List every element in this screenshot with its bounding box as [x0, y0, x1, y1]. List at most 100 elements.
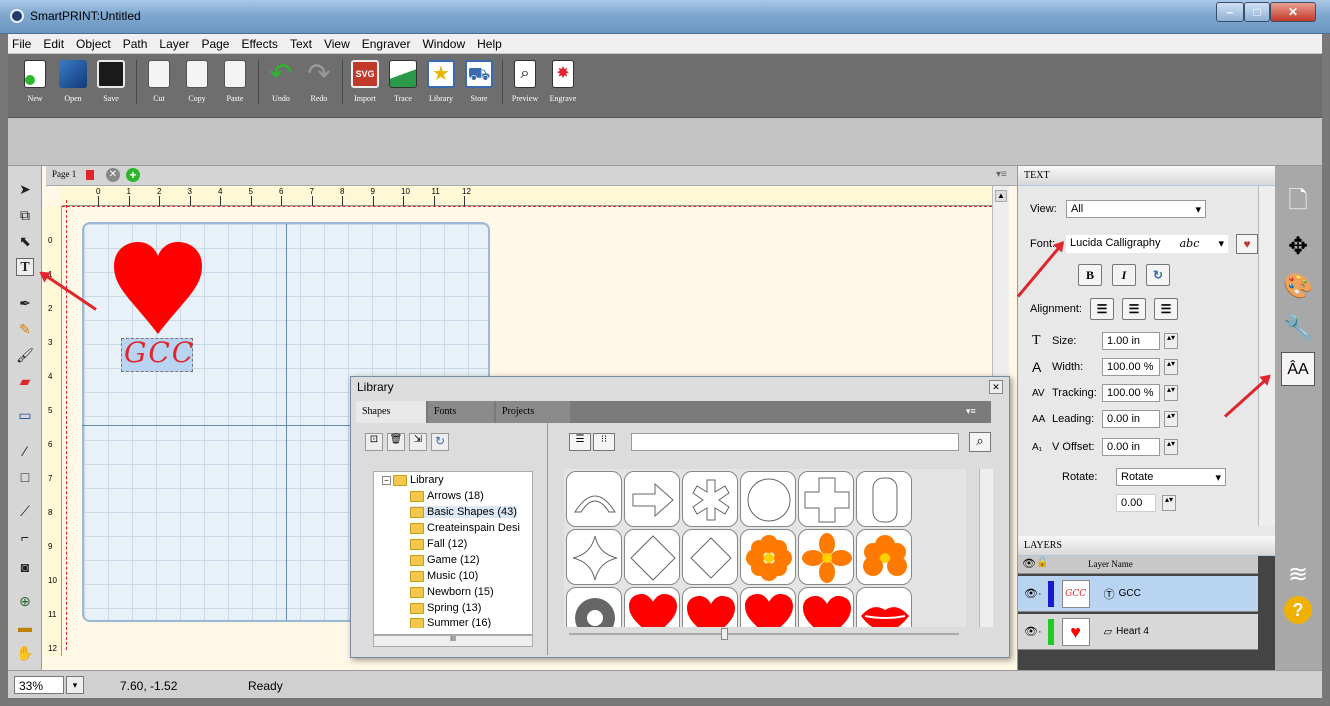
- move-arrows-icon[interactable]: ✥: [1281, 230, 1315, 264]
- rotate-amount-input[interactable]: 0.00: [1116, 494, 1156, 512]
- shape-asterisk[interactable]: [682, 471, 738, 527]
- zoom-dropdown-chevron-icon[interactable]: ▾: [66, 676, 84, 694]
- layer-row[interactable]: 👁· ♥ ▱ Heart 4: [1018, 614, 1258, 650]
- canvas-text-gcc[interactable]: GCC: [124, 336, 195, 369]
- close-page-icon[interactable]: ✕: [106, 168, 120, 182]
- tab-shapes[interactable]: Shapes: [356, 401, 426, 423]
- node-edit-icon[interactable]: ⬉: [16, 232, 34, 250]
- tree-item[interactable]: Createinspain Desi: [410, 522, 520, 534]
- shape-heart[interactable]: [798, 587, 854, 627]
- search-icon[interactable]: ⌕: [969, 432, 991, 452]
- italic-button[interactable]: I: [1112, 264, 1136, 286]
- copy-button[interactable]: Copy: [180, 60, 214, 103]
- menu-path[interactable]: Path: [123, 37, 148, 51]
- align-center-icon[interactable]: ☰: [1122, 298, 1146, 320]
- close-button[interactable]: ✕: [1270, 2, 1316, 22]
- preview-button[interactable]: ⌕ Preview: [508, 60, 542, 103]
- undo-button[interactable]: ↶ Undo: [264, 60, 298, 104]
- shape-cross[interactable]: [798, 471, 854, 527]
- outline-square-icon[interactable]: □: [16, 468, 34, 486]
- layers-stack-icon[interactable]: ≋: [1281, 558, 1315, 592]
- shape-flower[interactable]: [798, 529, 854, 585]
- menu-edit[interactable]: Edit: [43, 37, 64, 51]
- rectangle-fill-icon[interactable]: ▭: [16, 406, 34, 424]
- size-input[interactable]: 1.00 in: [1102, 332, 1160, 350]
- tracking-spinner[interactable]: ▴▾: [1164, 385, 1178, 401]
- paste-button[interactable]: Paste: [218, 60, 252, 103]
- brush-icon[interactable]: 🖌: [16, 346, 34, 364]
- text-tool-icon[interactable]: T: [16, 258, 34, 276]
- store-button[interactable]: ⛟ Store: [462, 60, 496, 103]
- font-favorite-heart-icon[interactable]: ♥: [1236, 234, 1258, 254]
- shape-arch[interactable]: [566, 471, 622, 527]
- menu-text[interactable]: Text: [290, 37, 312, 51]
- shape-diamond[interactable]: [624, 529, 680, 585]
- tree-item[interactable]: Newborn (15): [410, 586, 494, 598]
- list-view-icon[interactable]: ☰: [569, 433, 591, 451]
- menu-file[interactable]: File: [12, 37, 31, 51]
- knife-icon[interactable]: ⟋: [16, 502, 34, 520]
- shape-star4[interactable]: [566, 529, 622, 585]
- eyedropper-icon[interactable]: ⁄: [16, 442, 34, 460]
- collapse-icon[interactable]: −: [382, 475, 391, 485]
- tree-horizontal-scrollbar[interactable]: III: [373, 635, 533, 647]
- library-tree[interactable]: − Library Arrows (18) Basic Shapes (43) …: [373, 471, 533, 635]
- tree-item[interactable]: Music (10): [410, 570, 478, 582]
- library-button[interactable]: ★ Library: [424, 60, 458, 103]
- select-arrow-icon[interactable]: ➤: [16, 180, 34, 198]
- menu-object[interactable]: Object: [76, 37, 111, 51]
- leading-spinner[interactable]: ▴▾: [1164, 411, 1178, 427]
- help-question-icon[interactable]: ?: [1284, 596, 1312, 624]
- minimize-button[interactable]: –: [1216, 2, 1244, 22]
- shape-capsule[interactable]: [856, 471, 912, 527]
- hand-pan-icon[interactable]: ✋: [16, 644, 34, 662]
- heart-shape[interactable]: [112, 240, 204, 336]
- page-tab[interactable]: Page 1: [52, 169, 76, 179]
- panel-menu-icon[interactable]: ▾≡: [966, 406, 976, 417]
- text-panel-scrollbar[interactable]: [1258, 186, 1275, 526]
- add-page-icon[interactable]: +: [126, 168, 140, 182]
- new-button[interactable]: New: [18, 60, 52, 103]
- document-icon[interactable]: 🗋: [1281, 184, 1315, 218]
- menu-engraver[interactable]: Engraver: [362, 37, 411, 51]
- menu-window[interactable]: Window: [422, 37, 465, 51]
- tree-item[interactable]: Fall (12): [410, 538, 467, 550]
- tree-root[interactable]: − Library: [382, 474, 444, 486]
- view-select[interactable]: All ▾: [1066, 200, 1206, 218]
- rotate-select[interactable]: Rotate ▾: [1116, 468, 1226, 486]
- font-select[interactable]: Lucida Calligraphy abc ▾: [1066, 235, 1228, 253]
- tree-item[interactable]: Arrows (18): [410, 490, 484, 502]
- refresh-icon[interactable]: ↻: [1146, 264, 1170, 286]
- menu-help[interactable]: Help: [477, 37, 502, 51]
- refresh-icon[interactable]: ↻: [431, 433, 449, 451]
- engrave-button[interactable]: ✸ Engrave: [546, 60, 580, 103]
- layer-row[interactable]: 👁· GCC Ⓣ GCC: [1018, 576, 1258, 612]
- weld-icon[interactable]: ◙: [16, 558, 34, 576]
- zoom-icon[interactable]: ⊕: [16, 592, 34, 610]
- width-spinner[interactable]: ▴▾: [1164, 359, 1178, 375]
- size-spinner[interactable]: ▴▾: [1164, 333, 1178, 349]
- shape-arrow[interactable]: [624, 471, 680, 527]
- shape-flower[interactable]: [740, 529, 796, 585]
- palette-icon[interactable]: 🎨: [1281, 270, 1315, 304]
- tab-fonts[interactable]: Fonts: [428, 401, 494, 423]
- pencil-icon[interactable]: ✎: [16, 320, 34, 338]
- shape-gear[interactable]: [566, 587, 622, 627]
- group-select-icon[interactable]: ⧉: [16, 206, 34, 224]
- tree-item[interactable]: Game (12): [410, 554, 480, 566]
- eraser-icon[interactable]: ▰: [16, 372, 34, 390]
- delete-trash-icon[interactable]: 🗑: [387, 433, 405, 451]
- menu-layer[interactable]: Layer: [159, 37, 189, 51]
- align-right-icon[interactable]: ☰: [1154, 298, 1178, 320]
- panel-menu-icon[interactable]: ▾≡: [996, 169, 1007, 180]
- width-input[interactable]: 100.00 %: [1102, 358, 1160, 376]
- import-file-icon[interactable]: ⇲: [409, 433, 427, 451]
- shape-lips[interactable]: [856, 587, 912, 627]
- eye-icon[interactable]: 👁·: [1024, 587, 1042, 600]
- shape-heart[interactable]: [624, 587, 680, 627]
- text-panel-tab-icon[interactable]: ÂA: [1281, 352, 1315, 386]
- ruler-tool-icon[interactable]: ▬: [16, 618, 34, 636]
- thumbnail-size-slider[interactable]: [569, 633, 959, 635]
- bold-button[interactable]: B: [1078, 264, 1102, 286]
- tab-projects[interactable]: Projects: [496, 401, 570, 423]
